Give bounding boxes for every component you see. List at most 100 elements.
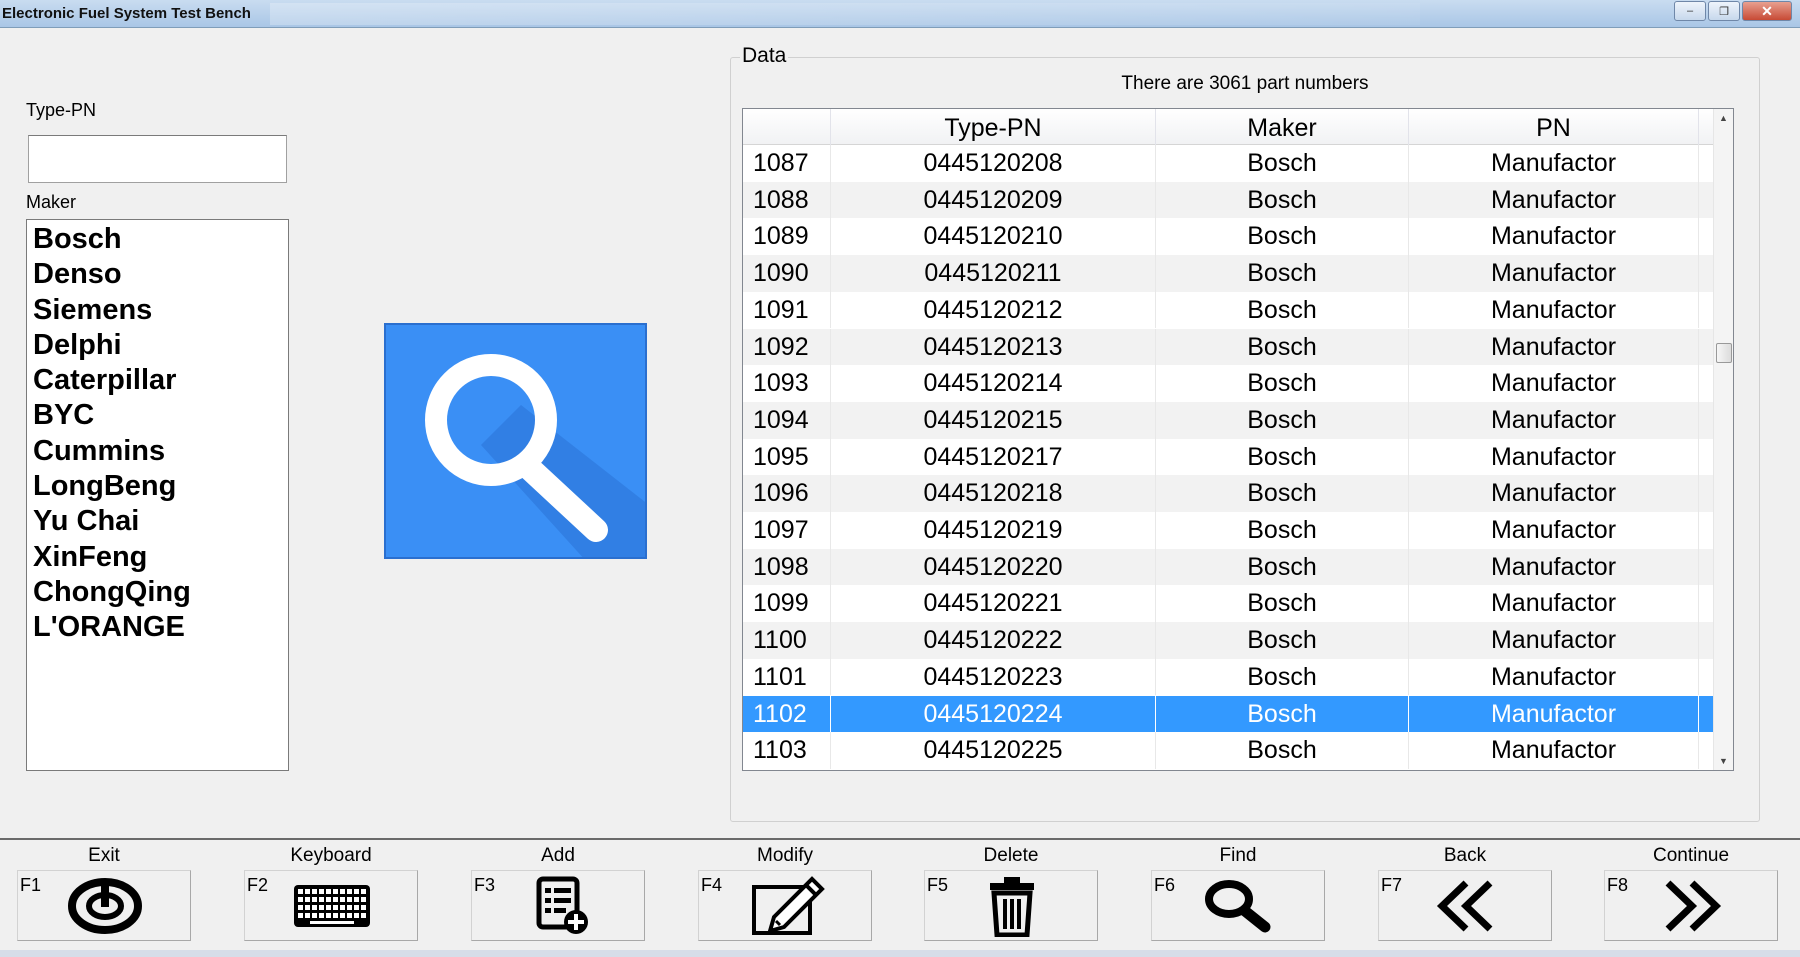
- scroll-up-button[interactable]: ▲: [1714, 109, 1733, 127]
- table-cell: 1101: [743, 658, 831, 696]
- table-row[interactable]: 1093 0445120214 Bosch Manufactor: [743, 365, 1715, 402]
- table-row[interactable]: 1092 0445120213 Bosch Manufactor: [743, 328, 1715, 366]
- table-cell: Bosch: [1156, 732, 1409, 769]
- table-cell: 1096: [743, 475, 831, 512]
- table-cell: 1089: [743, 218, 831, 256]
- maker-item[interactable]: L'ORANGE: [27, 610, 288, 645]
- table-cell: Manufactor: [1409, 365, 1699, 402]
- maximize-button[interactable]: ❐: [1708, 1, 1740, 21]
- maker-item[interactable]: Delphi: [27, 328, 288, 363]
- toolbar-label-continue: Continue: [1652, 845, 1730, 866]
- find-button[interactable]: F6: [1151, 870, 1325, 941]
- keyboard-button[interactable]: F2: [244, 870, 418, 941]
- maker-item[interactable]: Bosch: [27, 222, 288, 257]
- maker-item[interactable]: Cummins: [27, 434, 288, 469]
- scroll-down-button[interactable]: ▼: [1714, 752, 1733, 770]
- table-cell: Bosch: [1156, 255, 1409, 292]
- continue-button[interactable]: F8: [1604, 870, 1778, 941]
- maker-item[interactable]: Denso: [27, 257, 288, 292]
- table-cell: 1103: [743, 732, 831, 769]
- double-chevron-right-icon: [1652, 875, 1732, 937]
- maker-item[interactable]: LongBeng: [27, 469, 288, 504]
- table-row[interactable]: 1101 0445120223 Bosch Manufactor: [743, 658, 1715, 696]
- column-header-1[interactable]: Type-PN: [831, 109, 1156, 145]
- table-cell: Manufactor: [1409, 622, 1699, 659]
- modify-button[interactable]: F4: [698, 870, 872, 941]
- maker-item[interactable]: Caterpillar: [27, 363, 288, 398]
- table-row[interactable]: 1088 0445120209 Bosch Manufactor: [743, 181, 1715, 219]
- table-row[interactable]: 1103 0445120225 Bosch Manufactor: [743, 732, 1715, 769]
- table-row[interactable]: 1097 0445120219 Bosch Manufactor: [743, 512, 1715, 549]
- maker-item[interactable]: Siemens: [27, 293, 288, 328]
- magnifier-icon: [425, 354, 645, 557]
- delete-button[interactable]: F5: [924, 870, 1098, 941]
- typepn-label: Type-PN: [26, 100, 97, 120]
- table-row[interactable]: 1096 0445120218 Bosch Manufactor: [743, 475, 1715, 512]
- typepn-input[interactable]: [28, 135, 287, 183]
- table-cell: 1098: [743, 548, 831, 586]
- table-cell: 0445120217: [831, 438, 1156, 476]
- table-row[interactable]: 1100 0445120222 Bosch Manufactor: [743, 622, 1715, 659]
- power-icon: [65, 875, 145, 937]
- maker-item[interactable]: BYC: [27, 398, 288, 433]
- function-key-label: F2: [247, 875, 269, 895]
- toolbar-label-modify: Modify: [757, 845, 813, 866]
- keyboard-icon: [292, 875, 372, 937]
- column-header-0[interactable]: [743, 109, 831, 145]
- table-cell: 1087: [743, 145, 831, 182]
- maker-item[interactable]: Yu Chai: [27, 504, 288, 539]
- table-cell: 0445120222: [831, 622, 1156, 659]
- minimize-button[interactable]: –: [1674, 1, 1706, 21]
- double-chevron-left-icon: [1426, 875, 1506, 937]
- toolbar-label-add: Add: [541, 845, 575, 866]
- table-row[interactable]: 1095 0445120217 Bosch Manufactor: [743, 438, 1715, 476]
- table-cell: 0445120215: [831, 401, 1156, 439]
- close-button[interactable]: ✕: [1742, 1, 1792, 21]
- search-button[interactable]: [384, 323, 647, 559]
- toolbar-label-keyboard: Keyboard: [290, 845, 372, 866]
- table-cell: Bosch: [1156, 585, 1409, 623]
- table-cell: 1091: [743, 291, 831, 329]
- add-list-icon: [519, 875, 599, 937]
- function-key-label: F6: [1154, 875, 1176, 895]
- grid-header: Type-PN Maker PN: [743, 109, 1715, 145]
- part-count-text: There are 3061 part numbers: [1121, 73, 1369, 94]
- table-cell: 0445120224: [831, 695, 1156, 733]
- scroll-thumb[interactable]: [1716, 343, 1732, 363]
- table-cell: Manufactor: [1409, 475, 1699, 512]
- title-bar: Electronic Fuel System Test Bench – ❐ ✕: [0, 0, 1800, 28]
- table-row[interactable]: 1098 0445120220 Bosch Manufactor: [743, 548, 1715, 586]
- table-cell: 0445120221: [831, 585, 1156, 623]
- table-row[interactable]: 1094 0445120215 Bosch Manufactor: [743, 401, 1715, 439]
- table-cell: 1090: [743, 255, 831, 292]
- column-header-3[interactable]: PN: [1409, 109, 1699, 145]
- magnifier-icon: [1199, 875, 1279, 937]
- table-cell: 0445120218: [831, 475, 1156, 512]
- maker-list[interactable]: Bosch Denso Siemens Delphi Caterpillar BYC Cum…: [26, 219, 289, 771]
- table-row[interactable]: 1089 0445120210 Bosch Manufactor: [743, 218, 1715, 256]
- window-title: Electronic Fuel System Test Bench: [2, 5, 251, 22]
- table-cell: 0445120219: [831, 512, 1156, 549]
- maker-item[interactable]: ChongQing: [27, 575, 288, 610]
- table-cell: 1088: [743, 181, 831, 219]
- vertical-scrollbar[interactable]: ▲ ▼: [1713, 109, 1733, 770]
- window-controls: – ❐ ✕: [1674, 1, 1792, 21]
- back-button[interactable]: F7: [1378, 870, 1552, 941]
- table-row[interactable]: 1091 0445120212 Bosch Manufactor: [743, 291, 1715, 329]
- add-button[interactable]: F3: [471, 870, 645, 941]
- table-cell: 1094: [743, 401, 831, 439]
- maker-item[interactable]: XinFeng: [27, 540, 288, 575]
- exit-button[interactable]: F1: [17, 870, 191, 941]
- table-row[interactable]: 1087 0445120208 Bosch Manufactor: [743, 145, 1715, 182]
- table-cell: Manufactor: [1409, 732, 1699, 769]
- table-cell: Bosch: [1156, 695, 1409, 733]
- table-cell: Manufactor: [1409, 401, 1699, 439]
- table-cell: Manufactor: [1409, 438, 1699, 476]
- column-header-2[interactable]: Maker: [1156, 109, 1409, 145]
- maker-label: Maker: [26, 192, 77, 212]
- toolbar-label-find: Find: [1219, 845, 1257, 866]
- function-key-label: F8: [1607, 875, 1629, 895]
- table-row[interactable]: 1102 0445120224 Bosch Manufactor: [743, 695, 1715, 733]
- table-row[interactable]: 1090 0445120211 Bosch Manufactor: [743, 255, 1715, 292]
- table-row[interactable]: 1099 0445120221 Bosch Manufactor: [743, 585, 1715, 623]
